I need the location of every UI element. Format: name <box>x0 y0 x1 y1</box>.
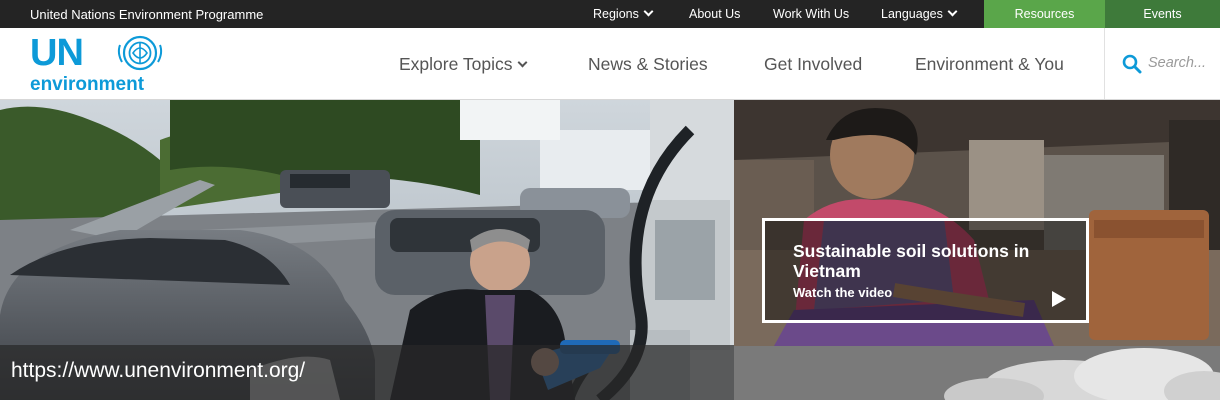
url-text: https://www.unenvironment.org/ <box>11 359 306 382</box>
clouds-photo <box>734 346 1220 400</box>
hero-image-clouds[interactable] <box>734 346 1220 400</box>
top-utility-bar: United Nations Environment Programme Reg… <box>0 0 1220 28</box>
search-input[interactable]: Search... <box>1148 55 1206 71</box>
search-box[interactable]: Search... <box>1104 28 1220 99</box>
nav-environment-and-you[interactable]: Environment & You <box>915 54 1064 75</box>
chevron-down-icon <box>643 6 654 17</box>
un-emblem-icon <box>117 35 163 71</box>
nav-explore-topics[interactable]: Explore Topics <box>399 54 527 75</box>
topnav-regions[interactable]: Regions <box>593 6 654 21</box>
topnav-languages[interactable]: Languages <box>881 6 958 21</box>
video-feature-card[interactable]: Sustainable soil solutions in Vietnam Wa… <box>762 218 1089 323</box>
chevron-down-icon <box>517 57 527 68</box>
resources-button[interactable]: Resources <box>984 0 1105 28</box>
nav-get-involved[interactable]: Get Involved <box>764 54 862 75</box>
video-title[interactable]: Sustainable soil solutions in Vietnam <box>793 241 1073 281</box>
play-icon[interactable] <box>1052 291 1066 307</box>
organization-name[interactable]: United Nations Environment Programme <box>30 7 263 22</box>
chevron-down-icon <box>947 6 958 17</box>
logo-un-text: UN <box>30 32 84 74</box>
nav-news-stories[interactable]: News & Stories <box>588 54 708 75</box>
topnav-about-us[interactable]: About Us <box>689 7 740 21</box>
un-environment-logo[interactable]: UN environment <box>30 32 170 95</box>
main-header: UN environment Explore Topics News & Sto… <box>0 28 1220 100</box>
topnav-work-with-us[interactable]: Work With Us <box>773 7 849 21</box>
watch-video-link[interactable]: Watch the video <box>793 285 892 300</box>
search-icon[interactable] <box>1122 54 1142 74</box>
url-overlay-bar: https://www.unenvironment.org/ <box>0 345 734 400</box>
logo-environment-text: environment <box>30 74 145 95</box>
events-button[interactable]: Events <box>1105 0 1220 28</box>
